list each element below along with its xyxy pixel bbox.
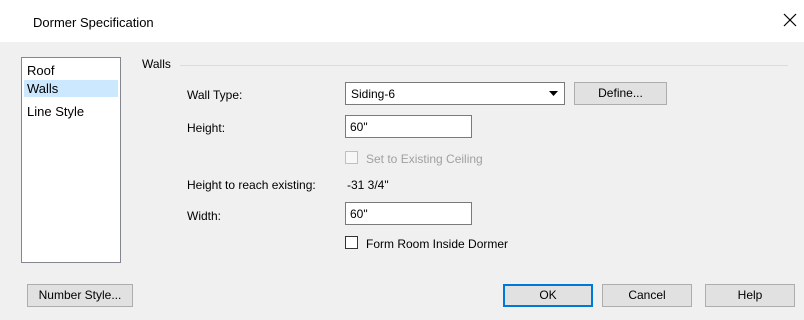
title-bar: Dormer Specification [0,0,804,42]
dropdown-arrow-icon [549,91,558,96]
nav-item-walls[interactable]: Walls [24,80,118,97]
set-to-existing-ceiling-checkbox[interactable] [345,151,358,164]
height-field-box [345,115,472,138]
wall-type-label: Wall Type: [187,88,243,102]
ok-button[interactable]: OK [503,284,593,307]
window-title: Dormer Specification [33,15,154,30]
width-field-box [345,202,472,225]
height-to-reach-value: -31 3/4" [347,178,389,192]
walls-group-label: Walls [142,57,171,71]
form-room-inside-dormer-label: Form Room Inside Dormer [366,237,509,251]
number-style-button[interactable]: Number Style... [27,284,133,307]
nav-item-label: Roof [27,63,55,78]
group-divider [180,65,788,66]
category-list[interactable]: Roof Walls Line Style [21,57,121,263]
define-button[interactable]: Define... [574,82,667,105]
wall-type-select[interactable]: Siding-6 [345,82,565,105]
set-to-existing-ceiling-label: Set to Existing Ceiling [366,152,483,166]
form-room-inside-dormer-checkbox[interactable] [345,236,358,249]
nav-item-label: Walls [27,81,59,96]
height-to-reach-label: Height to reach existing: [187,178,316,192]
wall-type-value: Siding-6 [351,87,396,101]
width-field[interactable] [346,203,471,224]
close-icon[interactable] [781,11,799,29]
width-label: Width: [187,209,222,223]
cancel-button[interactable]: Cancel [602,284,692,307]
nav-item-label: Line Style [27,104,85,119]
height-label: Height: [187,121,226,135]
nav-item-line-style[interactable]: Line Style [24,103,118,120]
help-button[interactable]: Help [705,284,795,307]
nav-item-roof[interactable]: Roof [24,62,118,79]
height-field[interactable] [346,116,471,137]
